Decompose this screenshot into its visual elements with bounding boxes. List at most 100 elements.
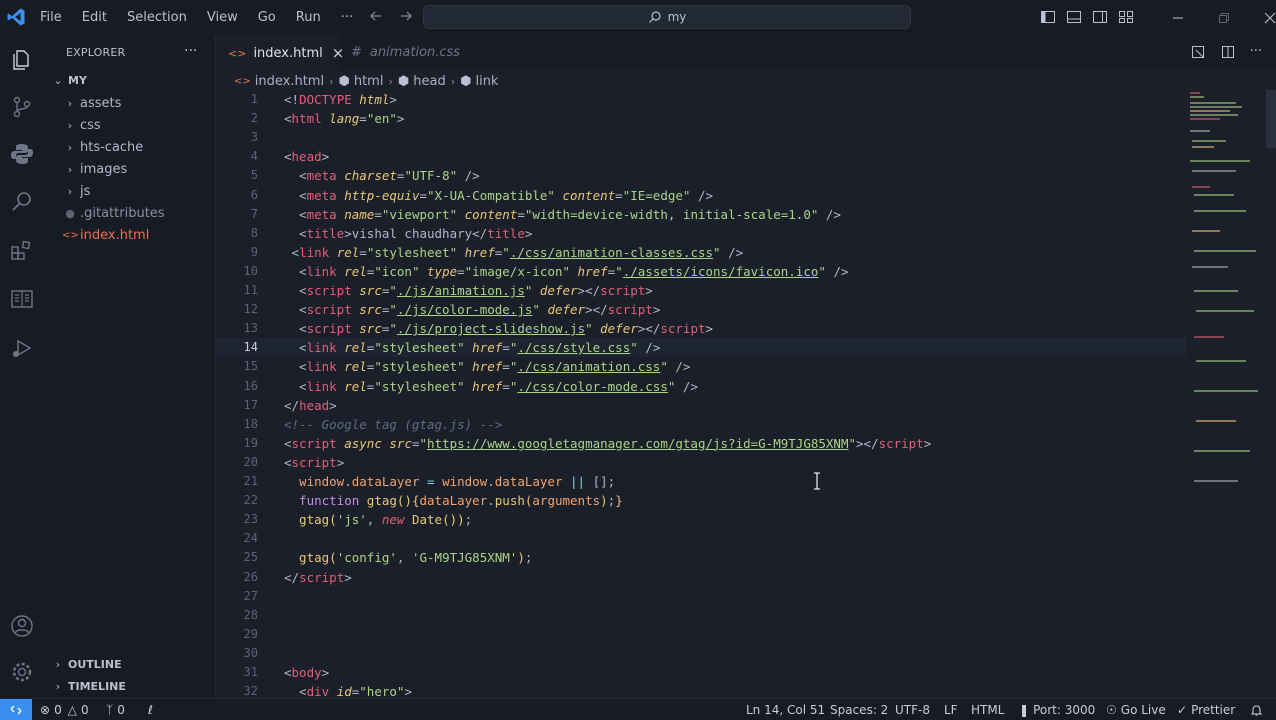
code-line[interactable]: 25 gtag('config', 'G-M9TJG85XNM');: [216, 548, 1186, 567]
restore-icon[interactable]: [1201, 0, 1247, 35]
toggle-primary-sidebar-icon[interactable]: [1040, 9, 1056, 25]
workspace-root[interactable]: ⌄ MY: [44, 69, 215, 91]
tree-item-css[interactable]: › css: [44, 114, 215, 136]
open-changes-icon[interactable]: [1190, 44, 1206, 60]
source-control-icon[interactable]: [9, 94, 35, 120]
breadcrumb-head[interactable]: ⬢ head: [398, 74, 446, 89]
code-line[interactable]: 3: [216, 128, 1186, 147]
go-live-button[interactable]: ☉ Go Live: [1106, 699, 1166, 720]
problems-indicator[interactable]: ⊗ 0 △ 0: [40, 699, 89, 720]
code-line[interactable]: 13 <script src="./js/project-slideshow.j…: [216, 319, 1186, 338]
breadcrumb-link[interactable]: ⬢ link: [460, 74, 498, 89]
tree-item-images[interactable]: › images: [44, 158, 215, 180]
tree-item-assets[interactable]: › assets: [44, 92, 215, 114]
code-token: content: [464, 206, 518, 222]
breadcrumb-html[interactable]: ⬢ html: [338, 74, 383, 89]
code-line[interactable]: 18 <!-- Google tag (gtag.js) -->: [216, 415, 1186, 434]
tab-index-html[interactable]: <> index.html ×: [216, 35, 344, 70]
close-window-icon[interactable]: [1247, 0, 1276, 35]
code-line[interactable]: 10 <link rel="icon" type="image/x-icon" …: [216, 262, 1186, 281]
menu-file[interactable]: File: [40, 0, 72, 35]
menu-run[interactable]: Run: [286, 0, 331, 35]
code-line[interactable]: 9 <link rel="stylesheet" href="./css/ani…: [216, 243, 1186, 262]
code-line[interactable]: 17 </head>: [216, 396, 1186, 415]
menu-edit[interactable]: Edit: [72, 0, 117, 35]
tree-item-gitattributes[interactable]: ● .gitattributes: [44, 202, 215, 224]
broadcast-icon: ☉: [1106, 703, 1117, 717]
code-editor[interactable]: 1 <!DOCTYPE html> 2 <html lang="en"> 3 4 <head…: [216, 90, 1186, 698]
account-icon[interactable]: [9, 613, 35, 639]
cursor-position[interactable]: Ln 14, Col 51: [746, 699, 825, 720]
code-line[interactable]: 22 function gtag(){dataLayer.push(argume…: [216, 491, 1186, 510]
code-line[interactable]: 16 <link rel="stylesheet" href="./css/co…: [216, 377, 1186, 396]
minimize-icon[interactable]: [1155, 0, 1201, 35]
code-line[interactable]: 4 <head>: [216, 147, 1186, 166]
code-line[interactable]: 20 <script>: [216, 453, 1186, 472]
code-line[interactable]: 8 <title>vishal chaudhary</title>: [216, 224, 1186, 243]
encoding[interactable]: UTF-8: [895, 699, 930, 720]
code-line[interactable]: 12 <script src="./js/color-mode.js" defe…: [216, 300, 1186, 319]
indentation[interactable]: Spaces: 2: [830, 699, 888, 720]
explorer-icon[interactable]: [9, 46, 35, 72]
tree-item-hts-cache[interactable]: › hts-cache: [44, 136, 215, 158]
toggle-secondary-sidebar-icon[interactable]: [1092, 9, 1108, 25]
code-line[interactable]: 28: [216, 606, 1186, 625]
language-mode[interactable]: HTML: [971, 699, 1004, 720]
more-actions-icon[interactable]: ···: [1250, 44, 1262, 60]
python-icon[interactable]: [9, 141, 35, 167]
code-line[interactable]: 30: [216, 644, 1186, 663]
code-line[interactable]: 2 <html lang="en">: [216, 109, 1186, 128]
code-line[interactable]: 1 <!DOCTYPE html>: [216, 90, 1186, 109]
notifications-button[interactable]: [1250, 699, 1263, 720]
code-line[interactable]: 7 <meta name="viewport" content="width=d…: [216, 205, 1186, 224]
forward-arrow-icon[interactable]: [398, 8, 414, 24]
code-line[interactable]: 27: [216, 587, 1186, 606]
code-line[interactable]: 6 <meta http-equiv="X-UA-Compatible" con…: [216, 186, 1186, 205]
code-line[interactable]: 15 <link rel="stylesheet" href="./css/an…: [216, 357, 1186, 376]
search-sidebar-icon[interactable]: [9, 189, 35, 215]
code-line[interactable]: 11 <script src="./js/animation.js" defer…: [216, 281, 1186, 300]
code-line[interactable]: 23 gtag('js', new Date());: [216, 510, 1186, 529]
run-debug-icon[interactable]: [9, 335, 35, 361]
code-line[interactable]: 29: [216, 625, 1186, 644]
code-line[interactable]: 31 <body>: [216, 663, 1186, 682]
end-of-line[interactable]: LF: [944, 699, 958, 720]
extensions-icon[interactable]: [9, 238, 35, 264]
copilot-indicator[interactable]: ℓ: [148, 699, 153, 720]
code-line[interactable]: 24: [216, 529, 1186, 548]
ports-indicator[interactable]: ᛉ0: [106, 699, 125, 720]
breadcrumb-file[interactable]: <> index.html: [234, 74, 324, 89]
back-arrow-icon[interactable]: [368, 8, 384, 24]
code-token: ): [517, 550, 525, 566]
code-line[interactable]: 26 </script>: [216, 568, 1186, 587]
code-line[interactable]: 21 window.dataLayer = window.dataLayer |…: [216, 472, 1186, 491]
command-center-search[interactable]: my: [423, 5, 911, 29]
menu-more[interactable]: ···: [331, 0, 363, 35]
split-editor-icon[interactable]: [1220, 44, 1236, 60]
outline-section[interactable]: › OUTLINE: [44, 653, 215, 675]
timeline-section[interactable]: › TIMELINE: [44, 675, 215, 697]
editor-scrollbar[interactable]: [1264, 90, 1276, 698]
menu-selection[interactable]: Selection: [117, 0, 197, 35]
menu-view[interactable]: View: [197, 0, 248, 35]
customize-layout-icon[interactable]: [1118, 9, 1134, 25]
tree-item-index-html[interactable]: <> index.html: [44, 224, 215, 246]
remote-indicator[interactable]: [0, 699, 32, 720]
code-line[interactable]: 32 <div id="hero">: [216, 682, 1186, 698]
settings-gear-icon[interactable]: [9, 659, 35, 685]
prettier-indicator[interactable]: ✓ Prettier: [1177, 699, 1235, 720]
code-line[interactable]: 19 <script async src="https://www.googlet…: [216, 434, 1186, 453]
reader-icon[interactable]: [9, 286, 35, 312]
code-token: >vishal chaudhary</: [344, 225, 488, 241]
scrollbar-thumb[interactable]: [1266, 90, 1276, 148]
code-line[interactable]: 5 <meta charset="UTF-8" />: [216, 166, 1186, 185]
minimap[interactable]: [1186, 90, 1262, 510]
menu-go[interactable]: Go: [248, 0, 286, 35]
code-token: body: [291, 665, 322, 680]
explorer-more-button[interactable]: ···: [184, 43, 197, 59]
code-line[interactable]: 14 <link rel="stylesheet" href="./css/st…: [216, 338, 1186, 358]
tab-animation-css[interactable]: # animation.css: [339, 35, 460, 70]
live-server-port[interactable]: ❚ Port: 3000: [1019, 699, 1095, 720]
toggle-panel-icon[interactable]: [1066, 9, 1082, 25]
tree-item-js[interactable]: › js: [44, 180, 215, 202]
